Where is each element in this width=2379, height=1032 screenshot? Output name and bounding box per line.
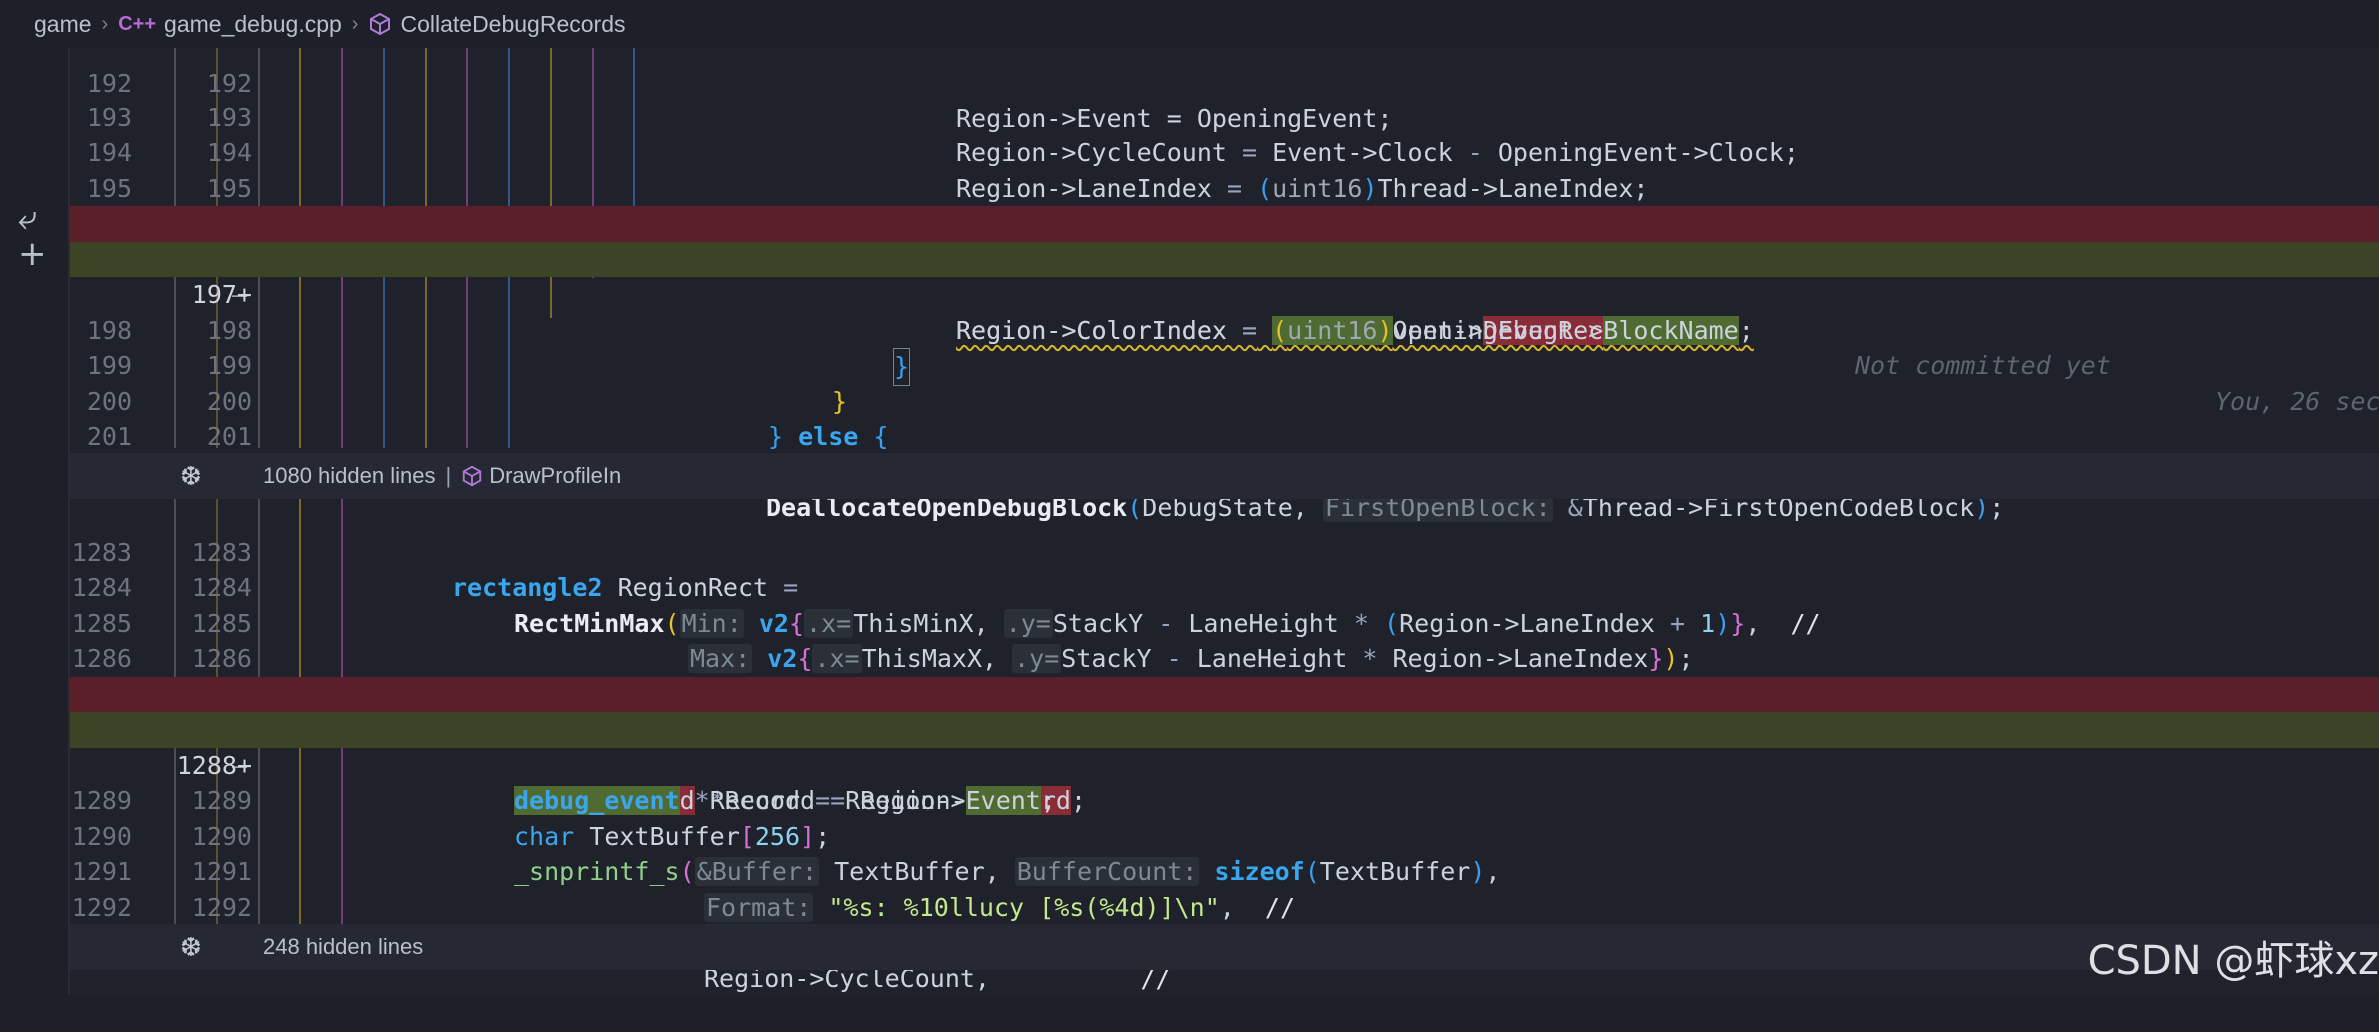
code-line: 200 200 } else { <box>86 386 889 452</box>
code-line: 201201 } <box>86 422 783 487</box>
folded-region[interactable]: ❆ 1080 hidden lines | DrawProfileIn <box>70 453 2379 499</box>
code-line: 1290 1290 _snprintf_s(&Buffer: TextBuffer… <box>71 821 1501 886</box>
code-line: 1283 1283 rectangle2 RegionRect = <box>71 537 799 603</box>
revert-icon[interactable]: ⤶ <box>18 198 37 238</box>
hidden-lines-count: 248 hidden lines <box>263 934 424 959</box>
code-line: 199 199 } <box>86 351 848 416</box>
code-line: 12861286 PushRect(Group: DebugState->Ren… <box>70 606 2379 709</box>
code-line: 1291 1291 Format: "%s: %10llucy [%s(%4d)]… <box>71 857 1296 922</box>
fold-symbol[interactable]: DrawProfileIn <box>489 463 621 488</box>
plus-icon[interactable]: + <box>18 234 47 274</box>
code-line: 12931293 Region->CycleCount, // <box>72 928 1171 993</box>
code-line: 202202 DeallocateOpenDebugBlock(DebugSta… <box>87 458 2005 522</box>
code-editor[interactable]: 192 192 Region->Event = OpeningEvent; 193… <box>70 48 2379 994</box>
deleted-line: 197 — Region->ColorIndex = OpeningEvent-… <box>70 206 2379 345</box>
hidden-lines-count: 1080 hidden lines <box>263 463 436 488</box>
code-line: 196196 Region->MaxT = MaxT; <box>70 171 2379 274</box>
activity-gutter: ⤶ + <box>0 48 70 994</box>
method-cube-icon <box>463 465 482 487</box>
code-line: 12871287 if (IsInRectangle(Rectangle: Re… <box>70 641 2379 744</box>
code-line: 194 194 Region->LaneIndex = (uint16)Threa… <box>86 138 1649 203</box>
code-line: 193 193 Region->CycleCount = Event->Clock… <box>86 102 1799 168</box>
code-line: 192 192 Region->Event = OpeningEvent; <box>86 68 1393 134</box>
unfold-icon[interactable]: ❆ <box>180 932 202 963</box>
code-line: 1284 1284 RectMinMax(Min: v2{.x=ThisMinX,… <box>71 573 1821 638</box>
code-line: 12921292 Record->BlockName, // <box>71 892 1171 958</box>
unfold-icon[interactable]: ❆ <box>180 461 202 492</box>
code-line: 195195 Region->MinT = MinT; <box>86 173 1257 239</box>
code-line: 198 198 } <box>70 277 2379 386</box>
folded-region[interactable]: ❆ 248 hidden lines <box>70 924 2379 970</box>
added-line: 1288+ debug_event *Record = Region->Even… <box>70 712 2379 815</box>
watermark: CSDN @虾球xz <box>2087 938 2379 984</box>
deleted-line: 1288 — debug_record *Record = Region->Re… <box>70 676 2379 815</box>
code-line: 1285 1285 Max: v2{.x=ThisMaxX, .y=StackY … <box>71 608 1694 673</box>
added-line: 197+ Region->ColorIndex = (uint16)Openin… <box>70 241 2379 416</box>
code-line: 1289 1289 char TextBuffer[256]; <box>71 786 831 851</box>
